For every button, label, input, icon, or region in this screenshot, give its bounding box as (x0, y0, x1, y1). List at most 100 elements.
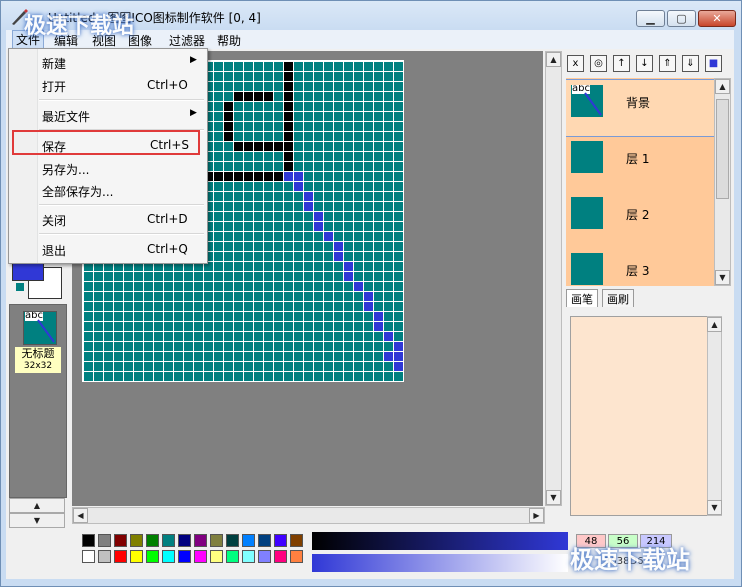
palette-swatch[interactable] (194, 534, 207, 547)
down-arrow-icon: ▼ (550, 493, 557, 502)
left-arrow-icon: ◀ (77, 511, 84, 520)
layer-thumbnail (571, 141, 603, 173)
black-pixel (244, 172, 253, 181)
up-arrow-icon: ▲ (711, 320, 718, 329)
palette-swatch[interactable] (130, 550, 143, 563)
document-item[interactable]: abc 无标题 32x32 (15, 311, 61, 379)
close-button[interactable]: ✕ (698, 10, 736, 27)
black-pixel (284, 62, 293, 71)
move-up-icon: ↑ (617, 58, 626, 69)
merge-down-button[interactable]: ⇓ (682, 55, 699, 72)
palette-swatch[interactable] (82, 534, 95, 547)
merge-up-button[interactable]: ⇑ (659, 55, 676, 72)
toggle-visibility-button[interactable]: ◎ (590, 55, 607, 72)
doc-scroll-up-button[interactable]: ▲ (9, 498, 65, 513)
tab-brush[interactable]: 画刷 (602, 289, 634, 307)
black-pixel (224, 172, 233, 181)
palette-swatch[interactable] (114, 534, 127, 547)
palette-swatch[interactable] (146, 534, 159, 547)
layer-name: 层 3 (626, 264, 650, 278)
shade-gradient-bar[interactable] (312, 532, 568, 550)
menu-filter[interactable]: 过滤器 (169, 32, 205, 49)
move-layer-up-button[interactable]: ↑ (613, 55, 630, 72)
vscroll-down-button[interactable]: ▼ (546, 490, 561, 505)
palette-swatch[interactable] (274, 534, 287, 547)
black-pixel (284, 142, 293, 151)
canvas-vertical-scrollbar[interactable]: ▲ ▼ (545, 51, 562, 506)
palette-swatch[interactable] (242, 534, 255, 547)
document-name: 无标题 (21, 347, 55, 360)
menu-item-open[interactable]: 打开 Ctrl+O (9, 75, 207, 95)
layer-item-2[interactable]: 层 2 (566, 192, 714, 248)
brush-options-panel[interactable] (570, 316, 708, 516)
color-selector[interactable] (10, 259, 62, 299)
document-size: 32x32 (23, 361, 53, 371)
layer-item-3[interactable]: 层 3 (566, 248, 714, 286)
menu-item-recent-files[interactable]: 最近文件 ▶ (9, 105, 207, 125)
black-pixel (284, 82, 293, 91)
palette-swatch[interactable] (210, 534, 223, 547)
blue-pixel (344, 272, 353, 281)
palette-swatch[interactable] (98, 534, 111, 547)
layer-item-background[interactable]: abc 背景 (566, 79, 714, 137)
palette-swatch[interactable] (226, 534, 239, 547)
layer-name: 层 2 (626, 208, 650, 222)
tool-tabs: 画笔 画刷 (566, 289, 716, 309)
merge-down-icon: ⇓ (686, 58, 695, 69)
delete-layer-button[interactable]: x (567, 55, 584, 72)
tint-gradient-bar[interactable] (312, 554, 568, 572)
menu-item-save-all-as[interactable]: 全部保存为... (9, 180, 207, 200)
layer-scroll-up-button[interactable]: ▲ (715, 79, 730, 94)
blue-pixel (334, 252, 343, 261)
layer-toolbar: x ◎ ↑ ↓ ⇑ ⇓ ■ (565, 53, 725, 75)
palette-swatch[interactable] (98, 550, 111, 563)
maximize-button[interactable]: ▢ (667, 10, 696, 27)
layer-thumbnail: abc (571, 85, 603, 117)
palette-swatch[interactable] (242, 550, 255, 563)
black-pixel (284, 92, 293, 101)
move-layer-down-button[interactable]: ↓ (636, 55, 653, 72)
hscroll-right-button[interactable]: ▶ (529, 508, 544, 523)
palette-swatch[interactable] (178, 534, 191, 547)
menu-help[interactable]: 帮助 (217, 32, 241, 49)
doc-scroll-down-button[interactable]: ▼ (9, 513, 65, 528)
scroll-up-icon: ▲ (33, 501, 41, 510)
menu-item-save-as[interactable]: 另存为... (9, 158, 207, 178)
canvas-horizontal-scrollbar[interactable]: ◀ ▶ (72, 507, 545, 524)
tab-pen[interactable]: 画笔 (566, 289, 598, 307)
palette-swatch[interactable] (274, 550, 287, 563)
palette-swatch[interactable] (146, 550, 159, 563)
layer-color-button[interactable]: ■ (705, 55, 722, 72)
document-list: abc 无标题 32x32 (9, 304, 67, 498)
palette-swatch[interactable] (194, 550, 207, 563)
palette-swatch[interactable] (290, 534, 303, 547)
minimize-button[interactable]: ▁ (636, 10, 665, 27)
palette-swatch[interactable] (130, 534, 143, 547)
palette-swatch[interactable] (258, 534, 271, 547)
menu-item-new[interactable]: 新建 ▶ (9, 52, 207, 72)
hscroll-left-button[interactable]: ◀ (73, 508, 88, 523)
minimize-icon: ▁ (646, 12, 655, 25)
palette-swatch[interactable] (178, 550, 191, 563)
layer-scroll-down-button[interactable]: ▼ (715, 270, 730, 285)
black-pixel (264, 92, 273, 101)
layer-item-1[interactable]: 层 1 (566, 136, 714, 192)
brush-panel-scrollbar[interactable]: ▲ ▼ (707, 316, 722, 516)
palette-swatch[interactable] (226, 550, 239, 563)
menu-item-close[interactable]: 关闭 Ctrl+D (9, 209, 207, 229)
brush-scroll-down-button[interactable]: ▼ (707, 500, 722, 515)
merge-up-icon: ⇑ (663, 58, 672, 69)
palette-swatch[interactable] (210, 550, 223, 563)
vscroll-up-button[interactable]: ▲ (546, 52, 561, 67)
palette-swatch[interactable] (82, 550, 95, 563)
palette-swatch[interactable] (114, 550, 127, 563)
palette-swatch[interactable] (162, 550, 175, 563)
scroll-down-icon: ▼ (33, 516, 41, 525)
palette-swatch[interactable] (258, 550, 271, 563)
palette-swatch[interactable] (290, 550, 303, 563)
layer-list-scrollbar[interactable]: ▲ ▼ (714, 78, 731, 286)
palette-swatch[interactable] (162, 534, 175, 547)
layer-scroll-thumb[interactable] (716, 99, 729, 199)
menu-item-exit[interactable]: 退出 Ctrl+Q (9, 239, 207, 259)
brush-scroll-up-button[interactable]: ▲ (707, 317, 722, 332)
